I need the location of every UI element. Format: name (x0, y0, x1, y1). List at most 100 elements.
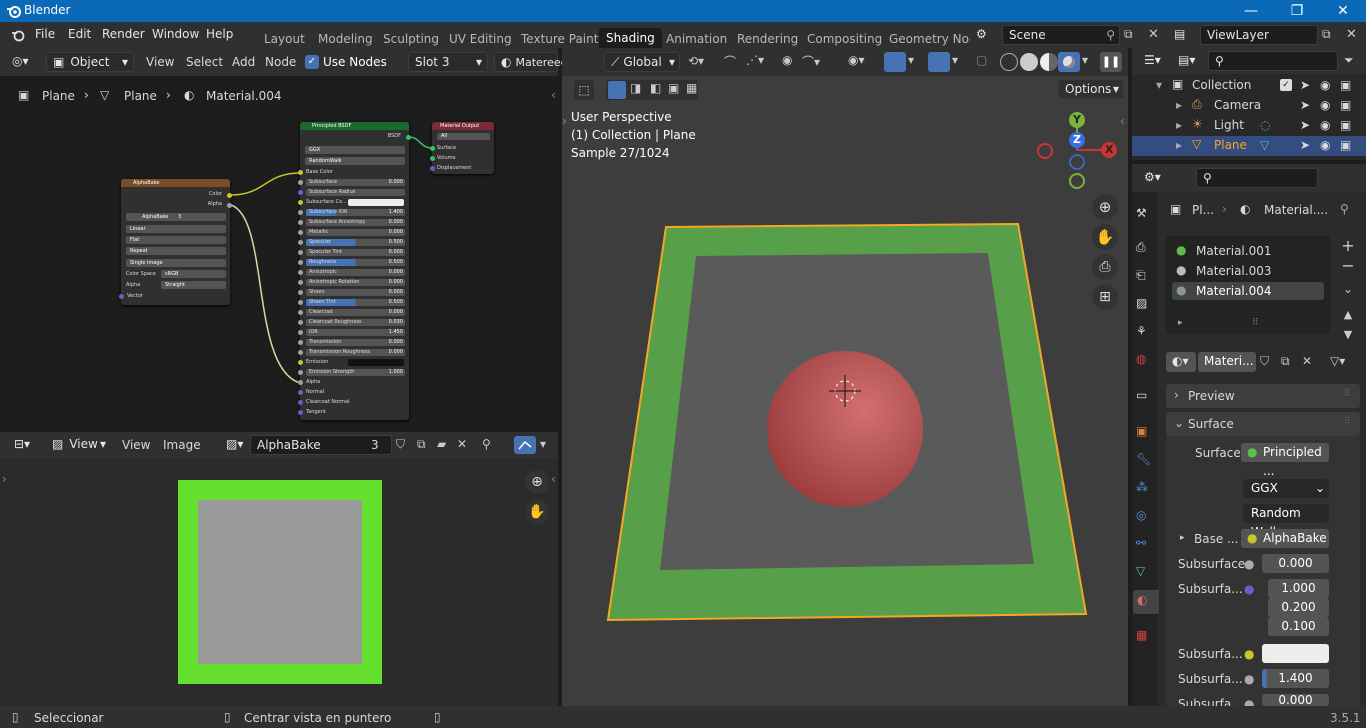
remove-slot-button[interactable]: − (1338, 256, 1358, 276)
drag-handle-icon[interactable]: ⠿ (1344, 417, 1351, 427)
minimize-button[interactable]: — (1228, 0, 1274, 22)
output-tab-icon[interactable]: ⎗ (1136, 268, 1154, 286)
modifier-tab-icon[interactable]: 🔧︎ (1136, 452, 1154, 470)
bsdf-input-row[interactable]: Tangent (298, 408, 409, 417)
perspective-grid-icon[interactable]: ⊞ (1092, 284, 1118, 310)
chevron-right-icon[interactable]: ▸ (1176, 98, 1182, 112)
bsdf-input-row[interactable]: Subsurface Radius (298, 188, 409, 197)
unlink-image-icon[interactable]: ✕ (457, 437, 467, 451)
new-viewlayer-icon[interactable]: ⧉ (1322, 27, 1338, 43)
bsdf-input-socket[interactable] (298, 330, 303, 335)
camera-render-icon[interactable]: ▣ (1340, 138, 1351, 152)
material-slot-item-selected[interactable]: ● Material.004 (1172, 282, 1324, 300)
outliner-row-light[interactable]: ▸ ☀ Light ◌ ➤ ◉ ▣ (1132, 116, 1366, 136)
tab-shading[interactable]: Shading (599, 28, 662, 50)
bsdf-input-socket[interactable] (298, 170, 303, 175)
subsurface-method-dropdown[interactable]: Random Walk⌄ (1243, 504, 1329, 539)
outliner[interactable]: ☰▾ ▤▾ ⚲ ⏷ ▾ ▣ Collection ✓ ➤ ◉ ▣ ▸ ⎙ Cam… (1132, 48, 1366, 160)
bsdf-input-socket[interactable] (298, 300, 303, 305)
object-tab-icon[interactable]: ▣ (1136, 424, 1154, 442)
bsdf-input-socket[interactable] (298, 410, 303, 415)
maximize-button[interactable]: ❐ (1274, 0, 1320, 22)
material-name-field[interactable]: Materi... (1198, 352, 1256, 372)
remove-viewlayer-icon[interactable]: ✕ (1346, 27, 1362, 43)
image-texture-node[interactable]: AlphaBake Color Alpha AlphaBake 3 Linear … (119, 179, 232, 305)
bsdf-input-row[interactable]: Sheen Tint 0.500 (298, 298, 409, 307)
unlink-material-icon[interactable]: ✕ (1302, 354, 1312, 368)
editor-type-dropdown[interactable]: ⚙▾ (1138, 168, 1168, 188)
tab-animation[interactable]: Animation (666, 32, 727, 46)
open-folder-icon[interactable]: ▰ (437, 437, 446, 451)
bsdf-input-row[interactable]: Subsurface 0.000 (298, 178, 409, 187)
viewlayer-browse-button[interactable]: ▤ (1168, 25, 1196, 45)
physics-tab-icon[interactable]: ◎ (1136, 508, 1154, 526)
menu-image[interactable]: Image (163, 438, 201, 452)
image-editor[interactable]: ⊟▾ ▨ View ▾ View Image ▨▾ AlphaBake 3 ⛉ ⧉ ▰… (0, 432, 558, 706)
bsdf-input-row[interactable]: Roughness 0.500 (298, 258, 409, 267)
extension-dropdown[interactable]: Repeat (126, 247, 226, 255)
3d-viewport[interactable]: ⟋ Global ▾ ⟲▾ ⌒ ⋰▾ ◉ ⌒▾ ◉▾ ▾ ▾ ▢ ▾ ❚❚ ⬚ ◨ … (562, 48, 1128, 706)
menu-edit[interactable]: Edit (68, 27, 91, 41)
chevron-down-icon[interactable]: ⌄ (1338, 282, 1358, 302)
subsurface-field[interactable]: 0.000 (1262, 554, 1329, 573)
bsdf-input-row[interactable]: Anisotropic 0.000 (298, 268, 409, 277)
remove-scene-icon[interactable]: ✕ (1148, 27, 1164, 43)
render-tab-icon[interactable]: ⎙ (1136, 240, 1154, 258)
display-mode-dropdown[interactable]: ▤▾ (1172, 51, 1204, 71)
pin-icon[interactable]: ⚲ (1106, 26, 1115, 44)
alpha-output-socket[interactable] (227, 203, 232, 208)
menu-render[interactable]: Render (102, 27, 145, 41)
camera-render-icon[interactable]: ▣ (1340, 78, 1351, 92)
bsdf-input-row[interactable]: Subsurface IOR 1.400 (298, 208, 409, 217)
bsdf-input-socket[interactable] (298, 210, 303, 215)
fake-user-shield-icon[interactable]: ⛉ (396, 437, 405, 452)
bsdf-input-row[interactable]: Subsurface Co... (298, 198, 409, 207)
distribution-dropdown[interactable]: GGX ⌄ (1243, 479, 1329, 498)
material-slot-item[interactable]: ● Material.001 (1172, 242, 1324, 260)
select-arrow-icon[interactable]: ➤ (1300, 98, 1310, 112)
editor-type-dropdown[interactable]: ☰▾ (1138, 51, 1168, 71)
zoom-icon[interactable]: ⊕ (1092, 194, 1118, 220)
bsdf-input-socket[interactable] (298, 370, 303, 375)
bsdf-input-row[interactable]: Subsurface Anisotropy 0.000 (298, 218, 409, 227)
world-tab-icon[interactable]: ◍ (1136, 352, 1154, 370)
bsdf-input-socket[interactable] (298, 270, 303, 275)
vector-input-socket[interactable] (119, 294, 124, 299)
tab-sculpting[interactable]: Sculpting (383, 32, 439, 46)
menu-window[interactable]: Window (152, 27, 199, 41)
uv-sync-button[interactable] (514, 436, 536, 454)
camera-render-icon[interactable]: ▣ (1340, 98, 1351, 112)
toolbar-toggle-icon[interactable]: › (2, 472, 7, 486)
bsdf-input-row[interactable]: Transmission 0.000 (298, 338, 409, 347)
new-scene-icon[interactable]: ⧉ (1124, 27, 1140, 43)
bsdf-input-socket[interactable] (298, 180, 303, 185)
scene-browse-button[interactable]: ⚙ (970, 25, 998, 45)
bsdf-input-socket[interactable] (298, 260, 303, 265)
bsdf-input-row[interactable]: Clearcoat Roughness 0.030 (298, 318, 409, 327)
outliner-row-plane[interactable]: ▸ ▽ Plane ▽ ➤ ◉ ▣ (1132, 136, 1366, 156)
chevron-down-icon[interactable]: ▾ (1156, 78, 1162, 92)
distribution-dropdown[interactable]: GGX (305, 146, 405, 154)
outliner-row-collection[interactable]: ▾ ▣ Collection ✓ ➤ ◉ ▣ (1132, 76, 1366, 96)
bsdf-input-socket[interactable] (298, 400, 303, 405)
subsurface-ior-slider[interactable]: 1.400 (1262, 669, 1329, 688)
chevron-down-icon[interactable]: ▾ (540, 437, 546, 451)
bsdf-input-socket[interactable] (298, 230, 303, 235)
view-mode-dropdown[interactable]: ▨ View ▾ (46, 435, 110, 455)
bsdf-input-socket[interactable] (298, 360, 303, 365)
menu-file[interactable]: File (35, 27, 55, 41)
chevron-right-icon[interactable]: ▸ (1180, 533, 1185, 543)
bsdf-input-socket[interactable] (298, 350, 303, 355)
bsdf-color-swatch[interactable] (348, 359, 404, 366)
bsdf-input-socket[interactable] (298, 220, 303, 225)
view-layer-tab-icon[interactable]: ▨ (1136, 296, 1154, 314)
bsdf-color-swatch[interactable] (348, 199, 404, 206)
select-arrow-icon[interactable]: ➤ (1300, 118, 1310, 132)
bsdf-input-row[interactable]: Specular 0.500 (298, 238, 409, 247)
subsurface-anisotropy-field[interactable]: 0.000 (1262, 694, 1329, 706)
bsdf-input-socket[interactable] (298, 240, 303, 245)
surface-input-socket[interactable] (430, 146, 435, 151)
bsdf-input-row[interactable]: Anisotropic Rotation 0.000 (298, 278, 409, 287)
preview-panel-header[interactable]: › Preview ⠿ (1166, 384, 1360, 408)
material-slot-item[interactable]: ● Material.003 (1172, 262, 1324, 280)
